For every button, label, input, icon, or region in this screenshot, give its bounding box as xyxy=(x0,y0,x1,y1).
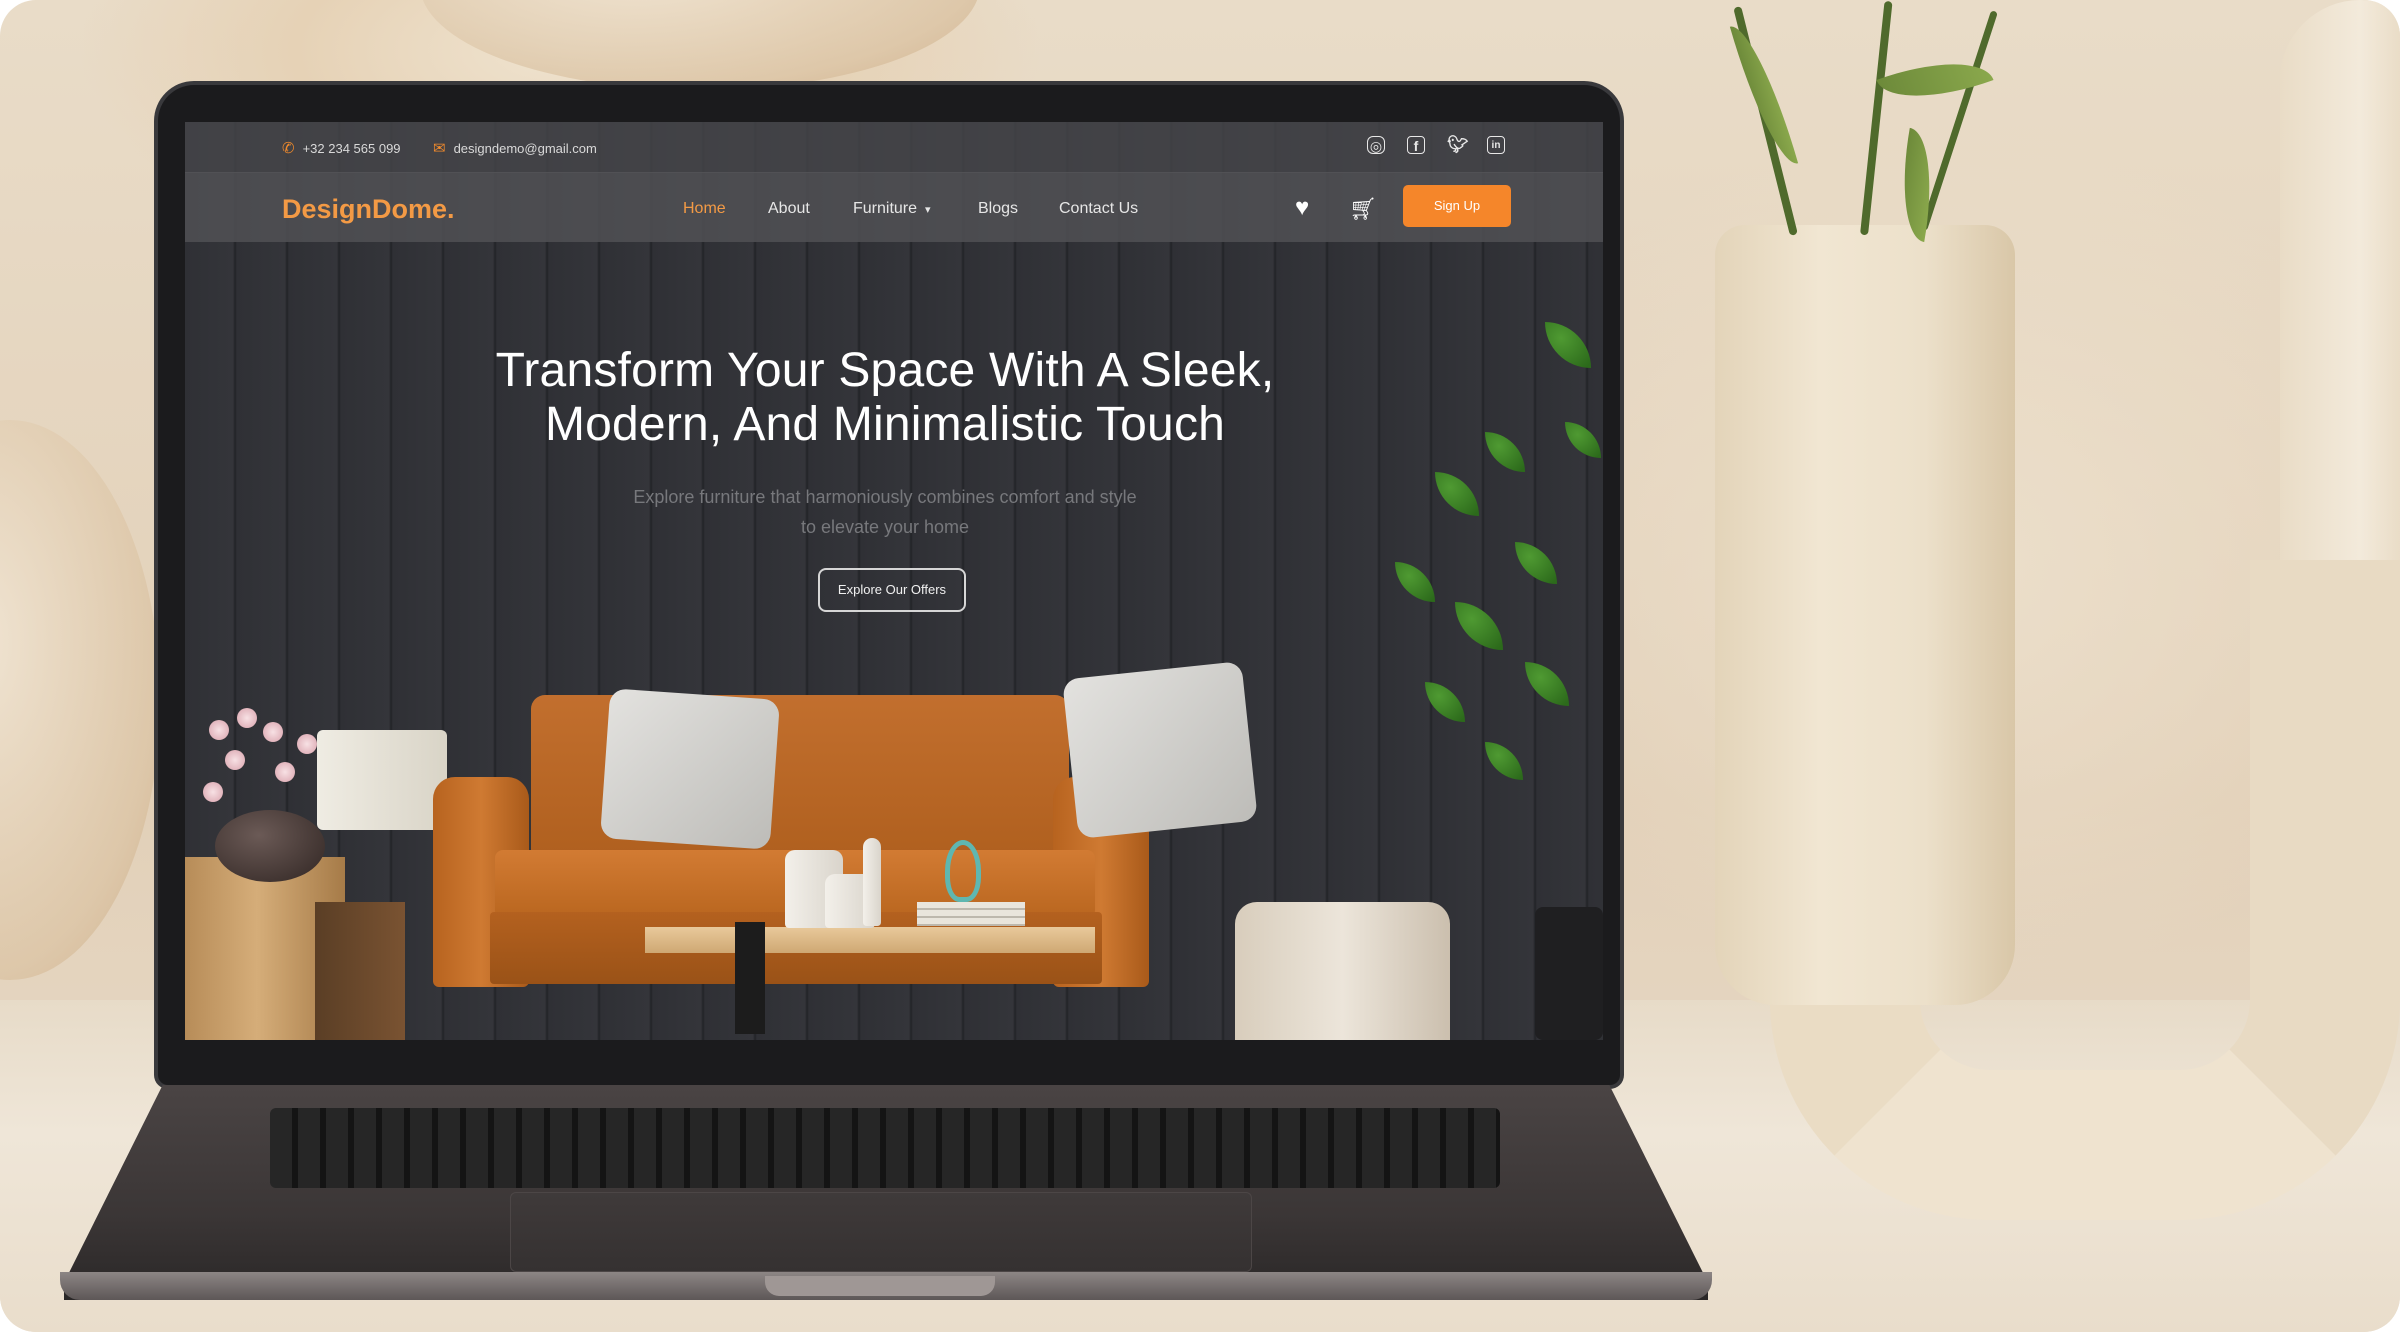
chevron-down-icon: ▾ xyxy=(925,203,931,216)
plant-stem xyxy=(1860,0,1893,236)
brand-logo[interactable]: DesignDome. xyxy=(282,194,455,225)
twitter-icon[interactable]: 🐦︎ xyxy=(1447,136,1469,154)
hero-subtitle-line2: to elevate your home xyxy=(800,517,970,537)
book-stack xyxy=(917,902,1025,926)
nav-furniture-dropdown[interactable]: Furniture ▾ xyxy=(853,200,931,218)
flower xyxy=(263,722,283,742)
phone-contact[interactable]: ✆ +32 234 565 099 xyxy=(282,139,401,157)
mail-icon: ✉ xyxy=(433,140,446,157)
plant-pot xyxy=(1535,907,1603,1040)
sign-up-button[interactable]: Sign Up xyxy=(1403,185,1511,227)
nav-furniture: Furniture xyxy=(853,200,918,217)
wall-wave-decoration xyxy=(420,0,980,90)
email-address: designdemo@gmail.com xyxy=(453,140,597,156)
nav-about[interactable]: About xyxy=(768,200,810,218)
flower xyxy=(225,750,245,770)
scene: ✆ +32 234 565 099 ✉ designdemo@gmail.com… xyxy=(0,0,2400,1332)
plant-stem xyxy=(1920,10,1998,232)
glass-sculpture xyxy=(945,840,981,902)
flower-pot xyxy=(215,810,325,882)
table-lamp xyxy=(317,730,447,830)
flower xyxy=(203,782,223,802)
plant-leaf xyxy=(1729,19,1799,171)
nav-contact[interactable]: Contact Us xyxy=(1059,200,1138,218)
phone-icon: ✆ xyxy=(282,140,295,157)
laptop-notch xyxy=(765,1276,995,1296)
small-vase xyxy=(863,838,881,926)
phone-number: +32 234 565 099 xyxy=(302,140,401,156)
laptop-keyboard xyxy=(270,1108,1500,1188)
wall-wave-decoration xyxy=(0,420,160,980)
hero-subtitle: Explore furniture that harmoniously comb… xyxy=(615,482,1155,542)
hero-subtitle-line1: Explore furniture that harmoniously comb… xyxy=(633,487,1137,507)
flower xyxy=(275,762,295,782)
facebook-icon[interactable]: f xyxy=(1407,136,1425,154)
hero-title-line2: Modern, And Minimalistic Touch xyxy=(544,398,1226,451)
laptop-trackpad xyxy=(510,1192,1252,1272)
cart-icon[interactable]: 🛒︎ xyxy=(1349,196,1377,222)
pillow-left xyxy=(599,688,781,850)
wood-side-table xyxy=(315,902,405,1040)
flower xyxy=(297,734,317,754)
flower xyxy=(237,708,257,728)
coffee-table-leg xyxy=(735,922,765,1034)
decor-vase xyxy=(1715,225,2015,1005)
coffee-table xyxy=(645,927,1095,953)
linkedin-icon[interactable]: in xyxy=(1487,136,1505,154)
website-screen: ✆ +32 234 565 099 ✉ designdemo@gmail.com… xyxy=(185,122,1603,1040)
explore-offers-button[interactable]: Explore Our Offers xyxy=(818,568,966,612)
flower xyxy=(209,720,229,740)
hero-title: Transform Your Space With A Sleek, Moder… xyxy=(385,344,1385,452)
heart-icon[interactable]: ♥ xyxy=(1295,194,1309,222)
nav-home[interactable]: Home xyxy=(683,200,726,218)
hero-title-line1: Transform Your Space With A Sleek, xyxy=(495,344,1275,397)
ottoman xyxy=(1235,902,1450,1040)
instagram-icon[interactable]: ◎ xyxy=(1367,136,1385,154)
email-contact[interactable]: ✉ designdemo@gmail.com xyxy=(433,139,597,157)
nav-blogs[interactable]: Blogs xyxy=(978,200,1018,218)
pillow-right xyxy=(1062,661,1258,839)
